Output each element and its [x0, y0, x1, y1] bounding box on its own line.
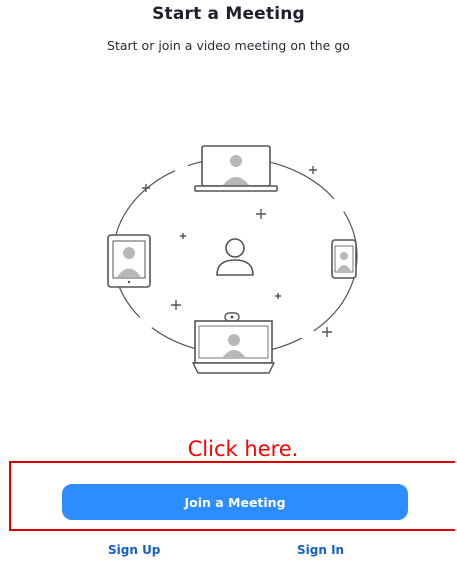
conference-room-icon [191, 312, 276, 374]
tablet-icon [107, 234, 151, 288]
meeting-illustration [107, 145, 358, 374]
user-icon [216, 238, 254, 276]
sign-in-link[interactable]: Sign In [297, 543, 344, 557]
page-subtitle: Start or join a video meeting on the go [107, 38, 350, 53]
laptop-icon [194, 145, 278, 192]
click-here-annotation: Click here. [187, 437, 299, 461]
phone-icon [331, 239, 357, 279]
page-title: Start a Meeting [152, 4, 305, 24]
join-meeting-button[interactable]: Join a Meeting [62, 484, 408, 520]
sign-up-link[interactable]: Sign Up [108, 543, 160, 557]
